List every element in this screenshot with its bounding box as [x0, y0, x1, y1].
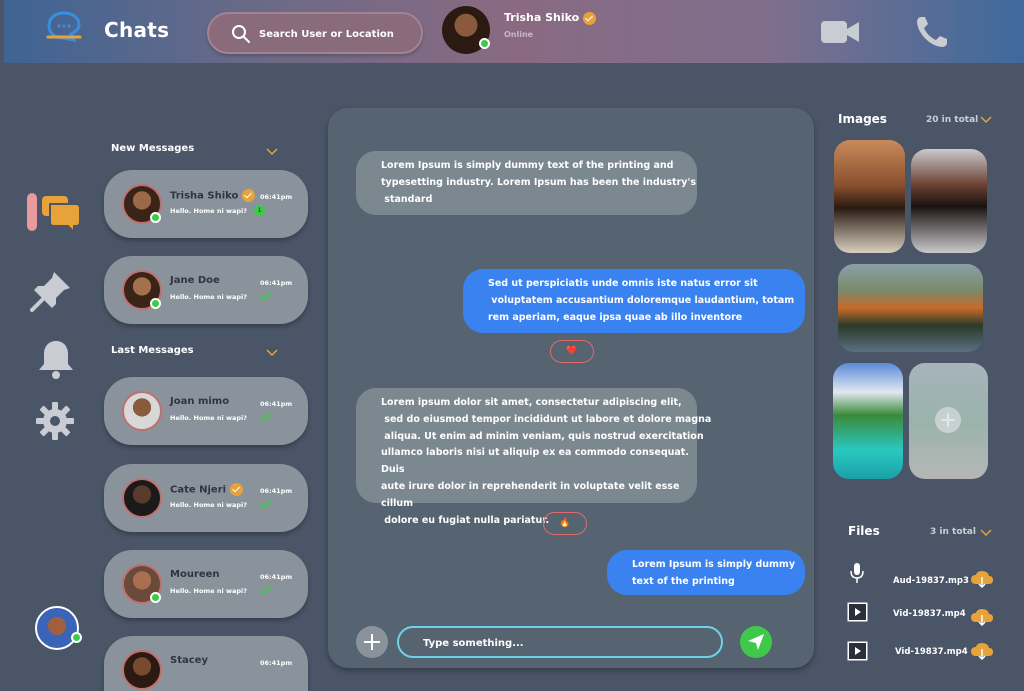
- active-contact-status: Online: [504, 30, 534, 39]
- send-icon: [748, 634, 764, 650]
- outgoing-message-bubble: Sed ut perspiciatis unde omnis iste natu…: [463, 269, 805, 333]
- gallery-image[interactable]: [834, 140, 905, 253]
- contact-name: Joan mimo: [170, 396, 230, 407]
- contact-name: Stacey: [170, 655, 208, 666]
- double-check-icon: [258, 499, 273, 508]
- file-name: Vid-19837.mp4: [895, 647, 968, 657]
- more-images-tile[interactable]: [909, 363, 988, 479]
- file-name: Vid-19837.mp4: [893, 609, 966, 619]
- chevron-down-icon[interactable]: [266, 148, 278, 156]
- video-file-icon: [847, 641, 868, 661]
- contact-card[interactable]: Cate Njeri Hello. Home ni wapi? 06:41pm: [104, 464, 308, 532]
- pin-nav-icon[interactable]: [30, 270, 72, 312]
- active-nav-indicator: [27, 193, 37, 231]
- search-input[interactable]: [259, 24, 419, 44]
- new-messages-heading: New Messages: [111, 143, 195, 154]
- double-check-icon: [258, 291, 273, 300]
- message-preview: Hello. Home ni wapi?: [170, 207, 248, 215]
- message-preview: Hello. Home ni wapi?: [170, 587, 248, 595]
- contact-card[interactable]: Moureen Hello. Home ni wapi? 06:41pm: [104, 550, 308, 618]
- contact-name: Jane Doe: [170, 275, 220, 286]
- gallery-image[interactable]: [833, 363, 903, 479]
- chats-nav-icon[interactable]: [40, 192, 82, 234]
- video-file-icon: [847, 602, 868, 622]
- chevron-down-icon[interactable]: [266, 349, 278, 357]
- cloud-download-icon[interactable]: [970, 642, 994, 660]
- online-indicator: [150, 298, 161, 309]
- double-check-icon: [258, 585, 273, 594]
- images-heading: Images: [838, 112, 887, 126]
- verified-badge-icon: [230, 483, 244, 496]
- add-attachment-button[interactable]: [356, 626, 388, 658]
- microphone-icon: [850, 563, 864, 583]
- file-item[interactable]: Vid-19837.mp4: [846, 602, 996, 626]
- contact-card[interactable]: Stacey 06:41pm: [104, 636, 308, 691]
- chevron-down-icon[interactable]: [980, 529, 992, 537]
- message-time: 06:41pm: [260, 659, 293, 667]
- files-heading: Files: [848, 524, 880, 538]
- add-image-icon: [935, 407, 961, 433]
- contact-name: Moureen: [170, 569, 220, 580]
- message-preview: Hello. Home ni wapi?: [170, 501, 248, 509]
- message-time: 06:41pm: [260, 400, 293, 408]
- files-count: 3 in total: [930, 527, 976, 537]
- top-bar: Chats Trisha Shiko Online: [4, 0, 1024, 63]
- contact-name: Trisha Shiko: [170, 189, 256, 202]
- message-preview: Hello. Home ni wapi?: [170, 293, 248, 301]
- send-button[interactable]: [740, 626, 772, 658]
- chevron-down-icon[interactable]: [980, 116, 992, 124]
- last-messages-heading: Last Messages: [111, 345, 194, 356]
- cloud-download-icon[interactable]: [970, 570, 994, 588]
- online-indicator: [71, 632, 82, 643]
- phone-call-icon[interactable]: [914, 14, 950, 50]
- avatar: [122, 478, 162, 518]
- search-bar[interactable]: [207, 12, 423, 54]
- current-user-avatar[interactable]: [35, 606, 82, 650]
- message-input[interactable]: [423, 634, 703, 652]
- incoming-message-bubble: Lorem ipsum dolor sit amet, consectetur …: [356, 388, 711, 526]
- message-preview: Hello. Home ni wapi?: [170, 414, 248, 422]
- file-item[interactable]: Aud-19837.mp3: [846, 562, 996, 588]
- cloud-download-icon[interactable]: [970, 608, 994, 626]
- chat-logo-icon: [46, 11, 82, 43]
- verified-badge-icon: [583, 11, 597, 25]
- contact-card[interactable]: Jane Doe Hello. Home ni wapi? 06:41pm: [104, 256, 308, 324]
- gallery-image[interactable]: [838, 264, 983, 352]
- contact-card[interactable]: Joan mimo Hello. Home ni wapi? 06:41pm: [104, 377, 308, 445]
- incoming-message-bubble: Lorem Ipsum is simply dummy text of the …: [356, 151, 697, 215]
- app-title: Chats: [104, 18, 170, 42]
- fire-reaction[interactable]: 🔥: [543, 512, 587, 535]
- search-icon: [232, 25, 250, 43]
- message-compose-box[interactable]: [397, 626, 723, 658]
- video-call-icon[interactable]: [820, 19, 860, 45]
- message-time: 06:41pm: [260, 573, 293, 581]
- gallery-image[interactable]: [911, 149, 987, 253]
- contact-card[interactable]: Trisha Shiko Hello. Home ni wapi? 06:41p…: [104, 170, 308, 238]
- file-item[interactable]: Vid-19837.mp4: [846, 641, 996, 665]
- online-indicator: [479, 38, 490, 49]
- double-check-icon: [258, 412, 273, 421]
- outgoing-message-bubble: Lorem Ipsum is simply dummy text of the …: [607, 550, 805, 595]
- message-time: 06:41pm: [260, 487, 293, 495]
- verified-badge-icon: [242, 189, 256, 202]
- avatar: [122, 650, 162, 690]
- active-contact-avatar[interactable]: [442, 6, 490, 54]
- settings-gear-icon[interactable]: [34, 400, 76, 442]
- file-name: Aud-19837.mp3: [893, 576, 969, 586]
- images-count: 20 in total: [926, 115, 979, 125]
- online-indicator: [150, 212, 161, 223]
- active-contact-name: Trisha Shiko: [504, 11, 597, 25]
- contact-name: Cate Njeri: [170, 483, 244, 496]
- online-indicator: [150, 592, 161, 603]
- unread-count-badge: 1: [254, 205, 265, 216]
- avatar: [122, 391, 162, 431]
- message-time: 06:41pm: [260, 193, 293, 201]
- heart-reaction[interactable]: ❤️: [550, 340, 594, 363]
- message-time: 06:41pm: [260, 279, 293, 287]
- notifications-bell-icon[interactable]: [35, 338, 77, 380]
